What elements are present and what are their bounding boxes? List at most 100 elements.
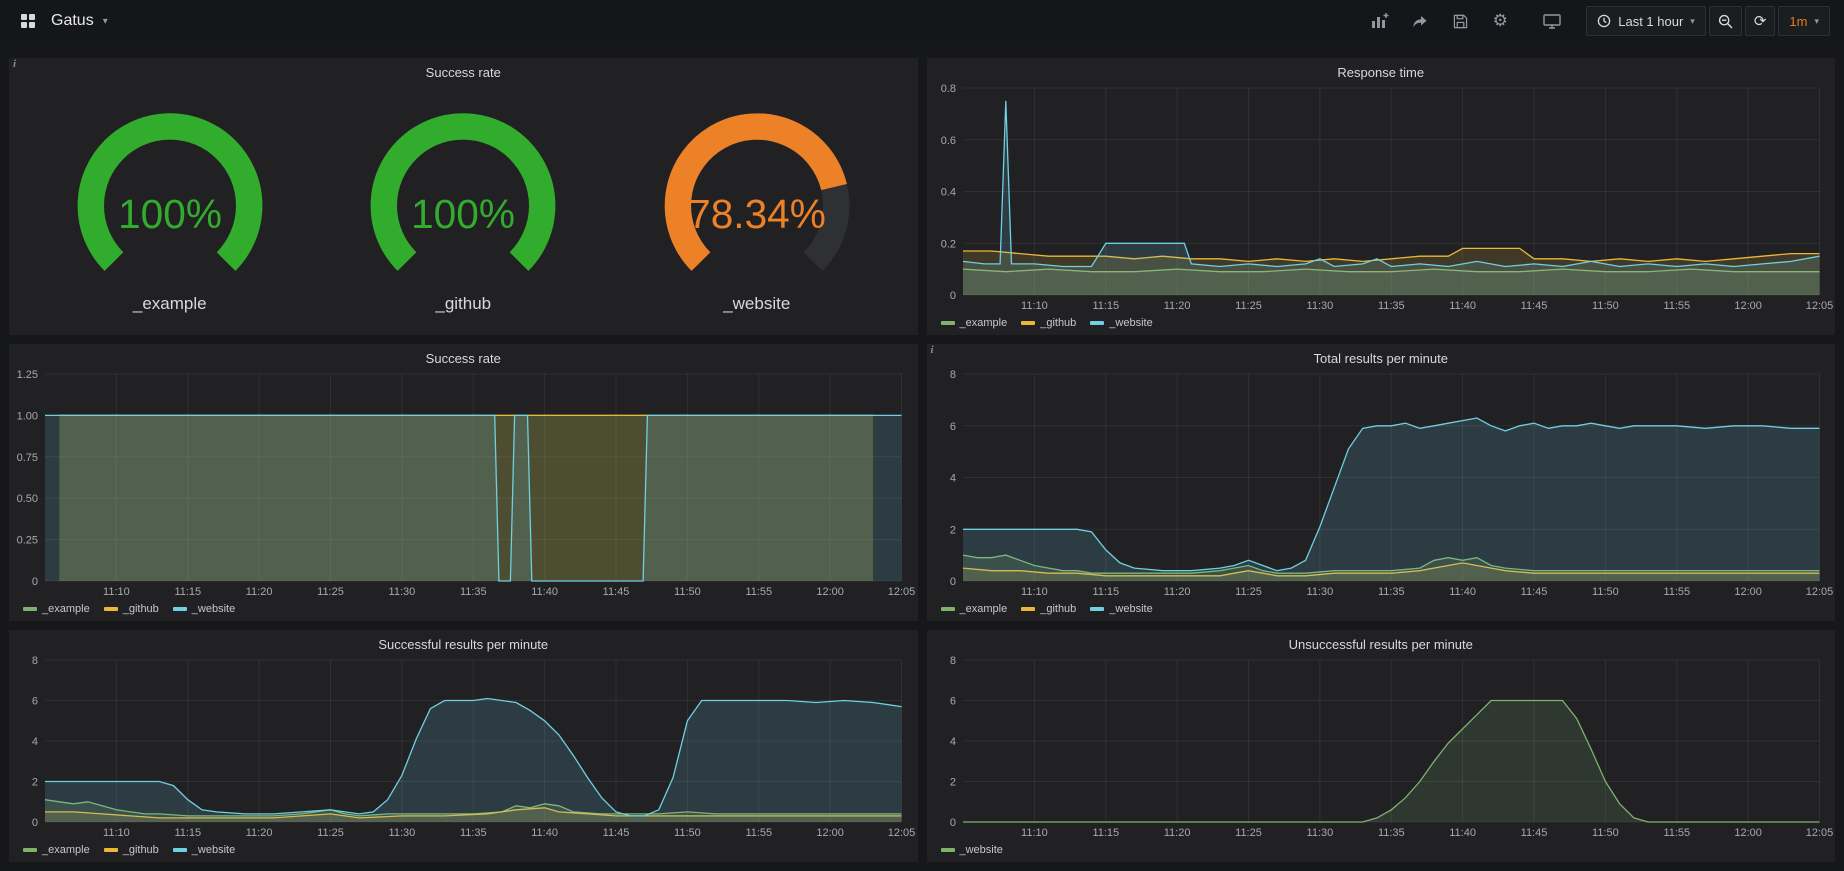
- gauge-label: _example: [133, 294, 207, 314]
- y-tick-label: 0: [32, 576, 38, 588]
- legend-label: _website: [192, 844, 235, 856]
- time-range-button[interactable]: Last 1 hour ▾: [1586, 6, 1706, 36]
- tv-mode-icon[interactable]: [1538, 7, 1566, 35]
- x-tick-label: 11:35: [460, 827, 487, 839]
- gauge-value: 100%: [411, 190, 515, 236]
- chart-legend: _example _github _website: [9, 601, 918, 621]
- x-tick-label: 11:40: [1449, 827, 1476, 839]
- y-tick-label: 4: [32, 736, 38, 748]
- x-tick-label: 12:05: [1805, 586, 1833, 598]
- legend-item-_example[interactable]: _example: [941, 603, 1008, 615]
- x-tick-label: 11:10: [103, 586, 130, 598]
- y-tick-label: 0.25: [17, 535, 38, 547]
- unsuccessful-results-chart[interactable]: 11:1011:1511:2011:2511:3011:3511:4011:45…: [927, 654, 1836, 842]
- legend-item-_example[interactable]: _example: [23, 603, 90, 615]
- x-tick-label: 11:15: [1092, 827, 1119, 839]
- legend-label: _github: [1040, 317, 1076, 329]
- legend-item-_github[interactable]: _github: [104, 844, 159, 856]
- series-color-swatch: [23, 607, 37, 611]
- legend-label: _website: [1109, 603, 1152, 615]
- legend-item-_website[interactable]: _website: [1090, 603, 1152, 615]
- y-tick-label: 2: [32, 777, 38, 789]
- response-time-chart[interactable]: 11:1011:1511:2011:2511:3011:3511:4011:45…: [927, 82, 1836, 315]
- dashboard-title[interactable]: Gatus: [51, 12, 94, 30]
- panel-successful-results: Successful results per minute 11:1011:15…: [9, 630, 918, 862]
- legend-item-_github[interactable]: _github: [1021, 603, 1076, 615]
- legend-item-_example[interactable]: _example: [941, 317, 1008, 329]
- chevron-down-icon[interactable]: ▾: [103, 16, 108, 27]
- x-tick-label: 11:30: [389, 586, 416, 598]
- series-color-swatch: [104, 607, 118, 611]
- x-tick-label: 11:15: [174, 586, 201, 598]
- panel-title[interactable]: Total results per minute: [927, 344, 1836, 368]
- gauge-value: 78.34%: [688, 190, 826, 236]
- x-tick-label: 11:50: [1592, 300, 1619, 312]
- apps-grid-icon[interactable]: [14, 7, 42, 35]
- series-fill-_website: [45, 415, 902, 581]
- success-rate-chart[interactable]: 11:1011:1511:2011:2511:3011:3511:4011:45…: [9, 368, 918, 601]
- panel-success-rate-graph: Success rate 11:1011:1511:2011:2511:3011…: [9, 344, 918, 621]
- x-tick-label: 11:25: [317, 586, 344, 598]
- chevron-down-icon: ▾: [1690, 16, 1695, 27]
- series-color-swatch: [23, 848, 37, 852]
- legend-label: _github: [123, 844, 159, 856]
- y-tick-label: 0: [949, 290, 955, 302]
- series-color-swatch: [941, 848, 955, 852]
- x-tick-label: 11:45: [603, 586, 630, 598]
- x-tick-label: 11:50: [674, 586, 701, 598]
- legend-label: _example: [42, 844, 90, 856]
- y-tick-label: 0.4: [940, 187, 955, 199]
- panel-title[interactable]: Success rate: [9, 344, 918, 368]
- x-tick-label: 11:40: [1449, 300, 1476, 312]
- legend-item-_github[interactable]: _github: [104, 603, 159, 615]
- legend-item-_example[interactable]: _example: [23, 844, 90, 856]
- legend-item-_website[interactable]: _website: [173, 844, 235, 856]
- dashboard-grid: i Success rate 100% _example 100% _github 78…: [0, 42, 1844, 871]
- x-tick-label: 11:10: [1021, 586, 1048, 598]
- refresh-button[interactable]: ⟳: [1745, 6, 1776, 36]
- x-tick-label: 11:45: [1520, 586, 1547, 598]
- legend-item-_website[interactable]: _website: [173, 603, 235, 615]
- panel-title[interactable]: Success rate: [9, 58, 918, 82]
- chevron-down-icon: ▾: [1814, 16, 1819, 27]
- legend-item-_website[interactable]: _website: [941, 844, 1003, 856]
- x-tick-label: 11:50: [1592, 586, 1619, 598]
- zoom-out-button[interactable]: [1709, 6, 1742, 36]
- y-tick-label: 0: [32, 817, 38, 829]
- x-tick-label: 11:55: [1663, 300, 1690, 312]
- successful-results-chart[interactable]: 11:1011:1511:2011:2511:3011:3511:4011:45…: [9, 654, 918, 842]
- x-tick-label: 11:45: [1520, 300, 1547, 312]
- panel-title[interactable]: Successful results per minute: [9, 630, 918, 654]
- info-icon[interactable]: i: [13, 58, 16, 70]
- save-icon[interactable]: [1446, 7, 1474, 35]
- x-tick-label: 12:05: [1805, 827, 1833, 839]
- x-tick-label: 11:15: [1092, 586, 1119, 598]
- x-tick-label: 12:00: [1734, 586, 1762, 598]
- x-tick-label: 11:25: [1235, 300, 1262, 312]
- x-tick-label: 11:35: [1377, 300, 1404, 312]
- legend-item-_website[interactable]: _website: [1090, 317, 1152, 329]
- x-tick-label: 11:20: [246, 827, 273, 839]
- legend-item-_github[interactable]: _github: [1021, 317, 1076, 329]
- refresh-interval-button[interactable]: 1m ▾: [1778, 6, 1830, 36]
- x-tick-label: 11:30: [389, 827, 416, 839]
- x-tick-label: 11:10: [1021, 300, 1048, 312]
- legend-label: _example: [960, 317, 1008, 329]
- total-results-chart[interactable]: 11:1011:1511:2011:2511:3011:3511:4011:45…: [927, 368, 1836, 601]
- info-icon[interactable]: i: [931, 344, 934, 356]
- x-tick-label: 11:55: [745, 586, 772, 598]
- gauge-value: 100%: [118, 190, 222, 236]
- share-icon[interactable]: [1406, 7, 1434, 35]
- panel-title[interactable]: Response time: [927, 58, 1836, 82]
- add-panel-icon[interactable]: [1366, 7, 1394, 35]
- gear-icon[interactable]: ⚙: [1486, 7, 1514, 35]
- x-tick-label: 11:10: [103, 827, 130, 839]
- x-tick-label: 12:00: [816, 586, 844, 598]
- y-tick-label: 2: [949, 524, 955, 536]
- panel-title[interactable]: Unsuccessful results per minute: [927, 630, 1836, 654]
- gauge-_website: 78.34%_website: [624, 104, 890, 314]
- gauge-arc: 100%: [37, 104, 303, 302]
- panel-success-rate-gauges: i Success rate 100%_example100%_github78…: [9, 58, 918, 335]
- gauge-arc: 78.34%: [624, 104, 890, 302]
- refresh-icon: ⟳: [1754, 14, 1767, 29]
